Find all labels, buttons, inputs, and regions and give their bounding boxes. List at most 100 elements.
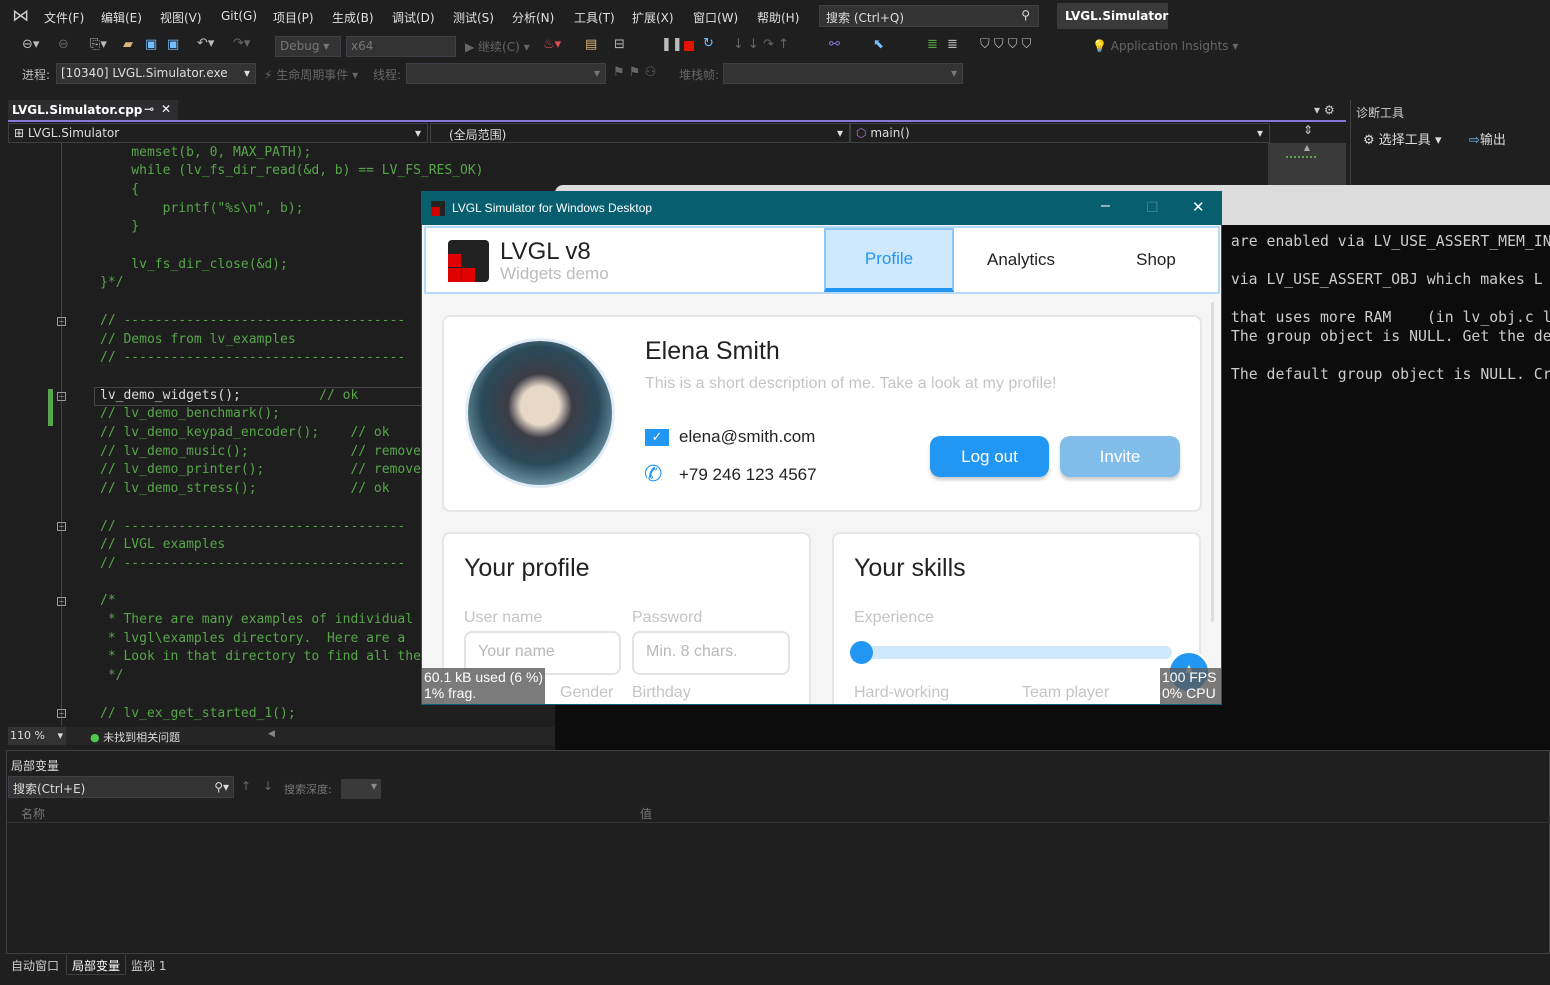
close-icon[interactable]: ✕ — [161, 102, 171, 116]
search-depth-select[interactable]: ▾ — [341, 779, 381, 799]
tab-profile[interactable]: Profile — [824, 228, 954, 292]
open-folder-icon[interactable]: ▰ — [123, 37, 133, 52]
tab-locals[interactable]: 局部变量 — [66, 955, 127, 975]
menu-test[interactable]: 测试(S) — [453, 9, 494, 26]
restart-icon[interactable]: ↻ — [703, 36, 714, 51]
continue-button[interactable]: ▶ 继续(C) ▾ — [465, 38, 530, 55]
application-insights-button[interactable]: 💡 Application Insights ▾ — [1092, 39, 1238, 53]
save-icon[interactable]: ▣ — [145, 37, 157, 52]
redo-icon[interactable]: ↷▾ — [233, 36, 250, 51]
search-icon: ⚲▾ — [214, 780, 229, 794]
tab-lvgl-simulator-cpp[interactable]: LVGL.Simulator.cpp ⊸ ✕ — [8, 100, 178, 121]
logo-title: LVGL v8 — [500, 238, 591, 265]
menu-file[interactable]: 文件(F) — [44, 9, 84, 26]
indent-icon[interactable]: ≣ — [927, 37, 938, 52]
split-editor-icon[interactable]: ⇕ — [1270, 123, 1346, 143]
minimize-icon[interactable]: – — [1101, 197, 1110, 215]
your-profile-title: Your profile — [464, 554, 590, 582]
tab-shop[interactable]: Shop — [1091, 228, 1221, 292]
menu-view[interactable]: 视图(V) — [160, 9, 202, 26]
tab-watch-1[interactable]: 监视 1 — [126, 955, 171, 975]
lvgl-app-icon — [431, 201, 445, 216]
menu-window[interactable]: 窗口(W) — [693, 9, 738, 26]
password-input[interactable]: Min. 8 chars. — [632, 631, 790, 675]
code-line: * Look in that directory to find all the — [100, 649, 421, 665]
menu-build[interactable]: 生成(B) — [332, 9, 374, 26]
member-nav-select[interactable]: ⬡ main() ▾ — [850, 123, 1270, 143]
bookmark-icons[interactable]: ⛉ ⛉ ⛉ ⛉ — [980, 37, 1031, 52]
select-tools-button[interactable]: ⚙ 选择工具 ▾ — [1363, 129, 1441, 148]
slider-knob[interactable] — [850, 641, 873, 664]
scroll-left-icon[interactable]: ◀ — [268, 729, 275, 739]
menu-analyze[interactable]: 分析(N) — [512, 9, 554, 26]
show-threads-icon[interactable]: ⊟ — [614, 37, 625, 52]
column-header-value[interactable]: 值 — [640, 805, 652, 822]
fold-toggle[interactable]: − — [57, 522, 66, 531]
invite-button[interactable]: Invite — [1060, 436, 1180, 477]
platform-value: x64 — [351, 39, 374, 53]
search-input[interactable]: 搜索 (Ctrl+Q) ⚲ — [819, 5, 1039, 27]
log-out-button[interactable]: Log out — [930, 436, 1049, 477]
tab-list-dropdown-icon[interactable]: ▾ ⚙ — [1314, 103, 1335, 117]
code-line: // ------------------------------------ — [100, 350, 406, 366]
pointer-icon[interactable]: ⬉ — [873, 37, 884, 52]
flag-icons[interactable]: ⚑ ⚑ ⚇ — [613, 65, 656, 80]
fold-guide — [61, 143, 62, 726]
configuration-select[interactable]: Debug ▾ — [275, 36, 341, 57]
minimap-scrollbar[interactable]: ▲ — [1268, 143, 1346, 185]
locals-search-input[interactable]: 搜索(Ctrl+E) ⚲▾ — [8, 776, 234, 798]
process-icon[interactable]: ▤ — [585, 37, 597, 52]
scope-nav-select[interactable]: (全局范围) ▾ — [430, 123, 850, 143]
tab-autos[interactable]: 自动窗口 — [6, 955, 64, 975]
output-button[interactable]: ⇨输出 — [1469, 129, 1506, 148]
fold-toggle[interactable]: − — [57, 392, 66, 401]
hot-reload-icon[interactable]: ♨▾ — [543, 37, 561, 52]
lifecycle-events-button[interactable]: ⚡ 生命周期事件 ▾ — [264, 66, 358, 83]
menu-extensions[interactable]: 扩展(X) — [632, 9, 674, 26]
diagnostics-icon[interactable]: ⚯ — [829, 37, 840, 52]
close-icon[interactable]: ✕ — [1192, 198, 1205, 216]
stack-frame-select[interactable]: ▾ — [723, 63, 963, 84]
menu-help[interactable]: 帮助(H) — [757, 9, 799, 26]
menu-debug[interactable]: 调试(D) — [392, 9, 435, 26]
save-all-icon[interactable]: ▣ — [167, 37, 179, 52]
column-header-name[interactable]: 名称 — [21, 805, 45, 822]
pause-icon[interactable]: ❚❚ — [661, 37, 683, 52]
platform-select[interactable]: x64 — [346, 36, 456, 57]
fold-toggle[interactable]: − — [57, 597, 66, 606]
code-line: // ------------------------------------ — [100, 312, 406, 328]
process-select[interactable]: [10340] LVGL.Simulator.exe ▾ — [56, 63, 256, 84]
project-nav-select[interactable]: ⊞ LVGL.Simulator ▾ — [8, 123, 428, 143]
forward-icon[interactable]: ⊖ — [58, 37, 69, 52]
menu-project[interactable]: 项目(P) — [273, 9, 314, 26]
search-next-icon[interactable]: ↓ — [263, 779, 273, 793]
method-icon: ⬡ — [856, 126, 867, 140]
console-line: that uses more RAM (in lv_obj.c l — [1222, 309, 1550, 326]
back-icon[interactable]: ⊖▾ — [22, 37, 39, 52]
search-placeholder: 搜索 (Ctrl+Q) — [826, 11, 905, 25]
menu-edit[interactable]: 编辑(E) — [101, 9, 142, 26]
maximize-icon[interactable]: ☐ — [1146, 199, 1159, 216]
app-insights-label: Application Insights — [1110, 39, 1229, 53]
outdent-icon[interactable]: ≣ — [947, 37, 958, 52]
thread-select[interactable]: ▾ — [406, 63, 606, 84]
fold-toggle[interactable]: − — [57, 317, 66, 326]
code-line: lv_fs_dir_close(&d); — [100, 256, 288, 272]
search-previous-icon[interactable]: ↑ — [241, 779, 251, 793]
experience-slider[interactable] — [850, 641, 1172, 664]
fold-toggle[interactable]: − — [57, 709, 66, 718]
zoom-select[interactable]: 110 % ▾ — [8, 727, 66, 745]
stop-icon[interactable] — [684, 41, 694, 51]
pin-icon[interactable]: ⊸ — [144, 102, 154, 116]
process-label: 进程: — [22, 68, 51, 82]
visual-studio-logo-icon: ⋈ — [12, 6, 29, 26]
lvgl-simulator-window[interactable]: LVGL Simulator for Windows Desktop – ☐ ✕… — [421, 191, 1222, 705]
tab-analytics[interactable]: Analytics — [956, 228, 1086, 292]
menu-tools[interactable]: 工具(T) — [574, 9, 615, 26]
step-icons[interactable]: ↓ ↓ ↷ ↑ — [733, 37, 789, 52]
new-project-icon[interactable]: ⎘▾ — [90, 37, 107, 52]
undo-icon[interactable]: ↶▾ — [197, 36, 214, 51]
issues-indicator[interactable]: ● 未找到相关问题 — [90, 729, 180, 745]
menu-git[interactable]: Git(G) — [221, 9, 257, 23]
scrollbar[interactable] — [1211, 302, 1214, 622]
